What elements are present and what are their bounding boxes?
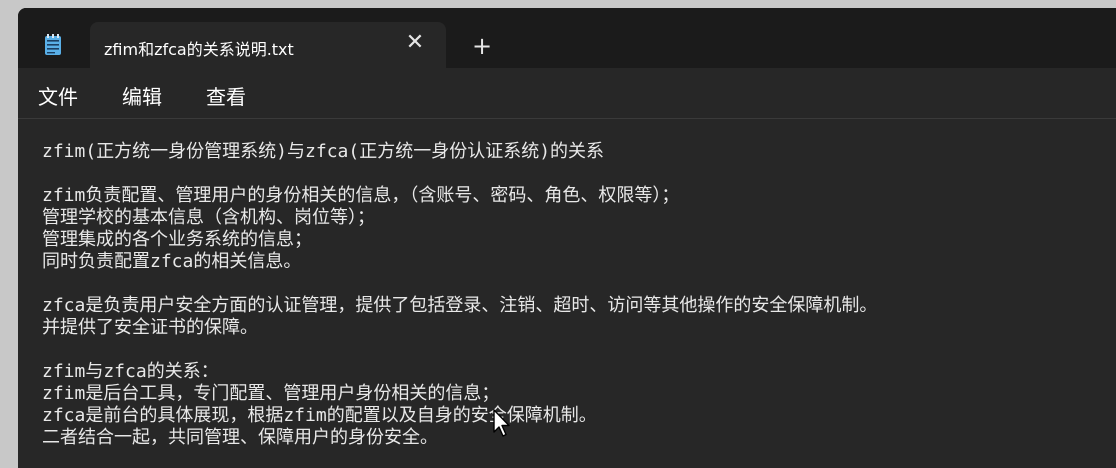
tab-title: zfim和zfca的关系说明.txt	[104, 40, 294, 59]
notepad-icon	[45, 34, 61, 55]
document-line: 同时负责配置zfca的相关信息。	[42, 251, 302, 272]
document-line: zfim与zfca的关系：	[42, 361, 219, 382]
menu-file[interactable]: 文件	[38, 81, 78, 110]
menu-bar: 文件 编辑 查看	[18, 68, 1116, 119]
document-line: zfim是后台工具，专门配置、管理用户身份相关的信息；	[42, 383, 500, 404]
document-line: zfim(正方统一身份管理系统)与zfca(正方统一身份认证系统)的关系	[42, 141, 605, 162]
menu-edit[interactable]: 编辑	[122, 81, 162, 110]
notepad-window: zfim和zfca的关系说明.txt ✕ + 文件 编辑 查看 zfim(正方统…	[18, 8, 1116, 468]
document-line: zfca是前台的具体展现，根据zfim的配置以及自身的安全保障机制。	[42, 405, 597, 426]
document-line: 管理集成的各个业务系统的信息；	[42, 229, 312, 250]
new-tab-icon[interactable]: +	[470, 34, 494, 58]
document-content[interactable]: zfim(正方统一身份管理系统)与zfca(正方统一身份认证系统)的关系 zfi…	[42, 141, 877, 449]
document-tab[interactable]: zfim和zfca的关系说明.txt ✕	[90, 22, 446, 68]
document-line: zfca是负责用户安全方面的认证管理，提供了包括登录、注销、超时、访问等其他操作…	[42, 295, 878, 316]
document-line: 并提供了安全证书的保障。	[42, 317, 258, 338]
close-tab-icon[interactable]: ✕	[404, 32, 426, 54]
title-bar: zfim和zfca的关系说明.txt ✕ +	[18, 8, 1116, 68]
menu-view[interactable]: 查看	[206, 81, 246, 110]
mouse-pointer-icon	[493, 409, 510, 437]
document-line: 二者结合一起，共同管理、保障用户的身份安全。	[42, 427, 438, 448]
text-editor[interactable]: zfim(正方统一身份管理系统)与zfca(正方统一身份认证系统)的关系 zfi…	[18, 119, 1116, 468]
document-line: 管理学校的基本信息（含机构、岗位等）；	[42, 207, 375, 228]
document-line: zfim负责配置、管理用户的身份相关的信息，（含账号、密码、角色、权限等）；	[42, 185, 680, 206]
